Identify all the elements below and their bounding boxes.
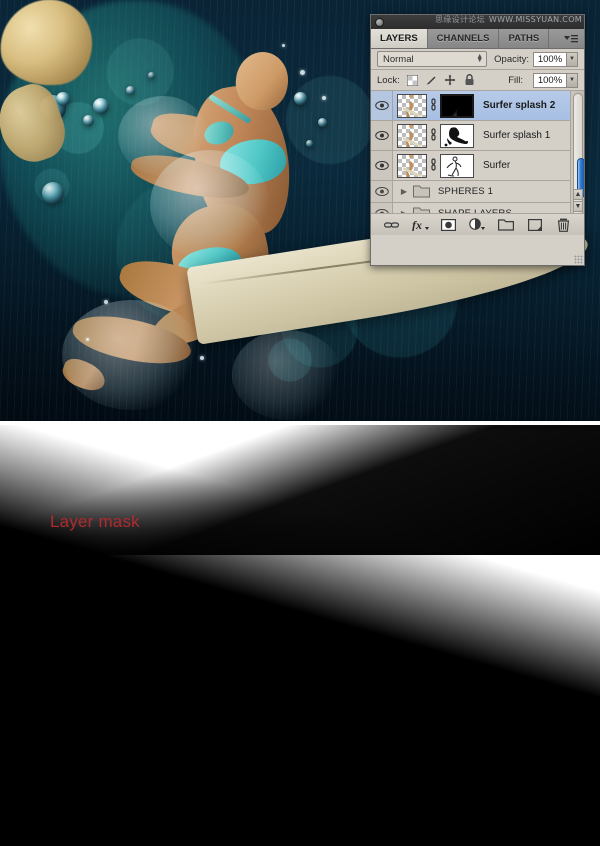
lock-row[interactable]: Lock: Fill: 100% ▼ [371,70,584,91]
lock-position-icon[interactable] [444,74,457,87]
resize-grip-icon[interactable] [574,255,583,264]
layer-mask-thumbnail[interactable] [440,153,474,178]
opacity-label: Opacity: [494,53,529,65]
splash-legs [62,300,202,410]
list-item[interactable]: ▶ SPHERES 1 [371,181,584,203]
new-group-icon[interactable] [498,217,515,232]
tab-paths[interactable]: PATHS [499,29,550,48]
lock-image-icon[interactable] [425,74,438,87]
layer-thumbnail[interactable] [397,93,427,118]
fill-input[interactable]: 100% [533,72,567,88]
tab-layers[interactable]: LAYERS [371,29,428,48]
watermark-url-text: WWW.MISSYUAN.COM [488,15,582,24]
panel-footer-toolbar[interactable]: fx [371,213,584,235]
lock-all-icon[interactable] [463,74,476,87]
water-drop-d [104,300,108,304]
fill-dropdown-arrow-icon[interactable]: ▼ [567,72,578,88]
tab-channels[interactable]: CHANNELS [427,29,500,48]
table-row[interactable]: Surfer splash 2 [371,91,584,121]
chevron-right-icon[interactable]: ▶ [397,187,411,196]
water-drop-f [200,356,204,360]
visibility-toggle-eye-icon[interactable] [371,91,393,120]
link-mask-icon[interactable] [427,97,440,114]
layer-thumbnail[interactable] [397,123,427,148]
layer-mask-thumbnail[interactable] [440,93,474,118]
table-row[interactable]: Surfer splash 1 [371,121,584,151]
water-drop-b [322,96,326,100]
layer-mask-illustration [0,425,600,846]
layer-mask-label: Layer mask [50,512,140,531]
visibility-toggle-eye-icon[interactable] [371,203,393,213]
layer-list-scrollbar[interactable]: ▲ ▼ [570,91,584,213]
panel-titlebar[interactable]: 思缘设计论坛 WWW.MISSYUAN.COM [371,15,584,29]
visibility-toggle-eye-icon[interactable] [371,121,393,150]
blend-mode-row[interactable]: Normal ▲ ▼ Opacity: 100% ▼ [371,49,584,70]
blend-mode-select[interactable]: Normal ▲ ▼ [377,51,488,67]
layer-name-label: Surfer splash 1 [483,130,551,141]
blend-mode-value: Normal [383,53,414,65]
scroll-up-arrow-icon[interactable]: ▲ [573,189,583,200]
delete-layer-icon[interactable] [555,217,572,232]
link-mask-icon[interactable] [427,127,440,144]
chevron-updown-icon[interactable]: ▲ ▼ [476,53,484,64]
panel-menu-icon[interactable] [558,29,584,48]
lock-label: Lock: [377,74,400,86]
add-layer-mask-icon[interactable] [440,217,457,232]
visibility-toggle-eye-icon[interactable] [371,151,393,180]
opacity-dropdown-arrow-icon[interactable]: ▼ [567,51,578,67]
folder-icon [413,185,430,198]
layers-panel[interactable]: 思缘设计论坛 WWW.MISSYUAN.COM LAYERS CHANNELS … [370,14,585,266]
site-watermark: 思缘设计论坛 WWW.MISSYUAN.COM [435,14,582,25]
layer-mask-thumbnail[interactable] [440,123,474,148]
new-layer-icon[interactable] [526,217,543,232]
scroll-down-arrow-icon[interactable]: ▼ [573,201,583,212]
link-layers-icon[interactable] [383,217,400,232]
tabbar-spacer [549,29,558,48]
water-drop-c [282,44,285,47]
layer-name-label: Surfer splash 2 [483,100,556,111]
surfer-artwork-canvas: 思缘设计论坛 WWW.MISSYUAN.COM LAYERS CHANNELS … [0,0,600,421]
water-drop-e [86,338,89,341]
list-item[interactable]: ▶ SHAPE LAYERS [371,203,584,213]
layer-thumbnail[interactable] [397,153,427,178]
fill-label: Fill: [508,74,523,86]
visibility-toggle-eye-icon[interactable] [371,181,393,202]
panel-tabbar[interactable]: LAYERS CHANNELS PATHS [371,29,584,49]
lock-transparency-icon[interactable] [406,74,419,87]
close-icon[interactable] [375,17,384,27]
svg-text:fx: fx [412,218,422,231]
splash-bottom [232,330,342,420]
link-mask-icon[interactable] [427,157,440,174]
layer-name-label: Surfer [483,160,511,171]
folder-icon [413,207,430,213]
screenshot-root: 思缘设计论坛 WWW.MISSYUAN.COM LAYERS CHANNELS … [0,0,600,846]
group-name-label: SPHERES 1 [438,186,494,197]
group-name-label: SHAPE LAYERS [438,208,512,213]
mask-black-upper-curve [0,425,600,555]
layer-list[interactable]: Surfer splash 2 Surfer splash 1 Surfer ▶… [371,91,584,213]
watermark-chinese-text: 思缘设计论坛 [435,15,485,24]
layer-style-fx-icon[interactable]: fx [412,217,429,232]
chevron-right-icon[interactable]: ▶ [397,209,411,213]
table-row[interactable]: Surfer [371,151,584,181]
new-adjustment-layer-icon[interactable] [469,217,486,232]
surfer-hair-strands [0,77,74,171]
surfer-hair [0,0,97,92]
opacity-input[interactable]: 100% [533,51,567,67]
splash-shoulder [118,96,208,176]
water-drop-a [300,70,305,75]
